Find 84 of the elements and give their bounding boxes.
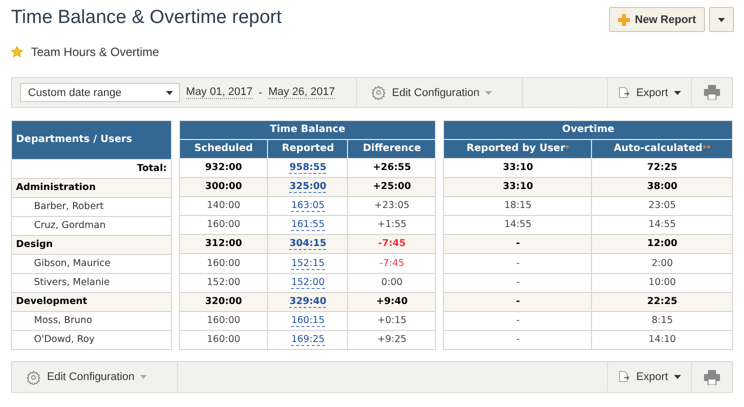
table-cell: 160:00 — [179, 216, 268, 235]
table-cell: +25:00 — [348, 178, 436, 197]
edit-configuration-button[interactable]: Edit Configuration — [26, 370, 148, 384]
column-header: Auto-calculated** — [592, 140, 732, 158]
table-cell: 14:10 — [592, 330, 732, 350]
table-cell: 33:10 — [444, 158, 592, 178]
table-cell: 14:55 — [444, 216, 592, 235]
user-name: Stivers, Melanie — [12, 274, 172, 292]
user-name: Gibson, Maurice — [12, 254, 172, 274]
export-button[interactable]: Export — [636, 86, 681, 98]
date-range-select[interactable]: Custom date range — [20, 83, 180, 102]
printer-icon[interactable] — [704, 85, 720, 100]
caret-icon — [674, 90, 681, 94]
table-cell: - — [444, 292, 592, 312]
table-cell: 18:15 — [444, 196, 592, 216]
table-cell: -7:45 — [348, 234, 436, 254]
table-cell: 152:00 — [179, 273, 268, 292]
table-cell: 23:05 — [592, 196, 732, 216]
table-cell: 2:00 — [592, 254, 732, 274]
gear-icon — [26, 370, 41, 384]
table-cell: - — [444, 273, 592, 292]
start-date-link[interactable]: May 01, 2017 — [186, 86, 253, 99]
table-cell: - — [444, 254, 592, 274]
table-cell: 160:00 — [179, 254, 268, 274]
dropdown-button[interactable] — [709, 7, 734, 32]
table-cell: 38:00 — [592, 178, 732, 197]
table-cell: 12:00 — [592, 234, 732, 254]
table-cell: 22:25 — [592, 292, 732, 312]
page-title: Time Balance & Overtime report — [11, 7, 282, 29]
caret-icon — [166, 90, 173, 94]
column-header: Reported — [268, 140, 348, 158]
group-header: Overtime — [444, 120, 732, 140]
caret-icon — [718, 18, 725, 22]
table-cell: 312:00 — [179, 234, 268, 254]
document-arrow-icon — [618, 369, 630, 385]
caret-icon — [674, 375, 681, 379]
column-header: Difference — [348, 140, 436, 158]
table-cell: 160:00 — [179, 330, 268, 350]
table-cell: +1:55 — [348, 216, 436, 235]
table-cell: +9:25 — [348, 330, 436, 350]
group-header: Time Balance — [179, 120, 436, 140]
table-cell: +23:05 — [348, 196, 436, 216]
table-cell: 14:55 — [592, 216, 732, 235]
table-cell: 160:00 — [179, 311, 268, 330]
user-name: Barber, Robert — [12, 198, 172, 216]
user-name: Cruz, Gordman — [12, 216, 172, 236]
table-cell: +0:15 — [348, 311, 436, 330]
printer-icon[interactable] — [704, 370, 720, 384]
report-name: Team Hours & Overtime — [31, 45, 160, 59]
caret-icon — [140, 375, 148, 379]
table-cell: 72:25 — [592, 158, 732, 178]
table-cell: 140:00 — [179, 196, 268, 216]
table-cell: - — [444, 311, 592, 330]
table-cell: -7:45 — [348, 254, 436, 274]
table-cell: 320:00 — [179, 292, 268, 312]
new-report-button[interactable]: New Report — [608, 7, 705, 32]
plus-icon — [618, 14, 630, 26]
department-name: Design — [12, 236, 172, 254]
table-cell: 8:15 — [592, 311, 732, 330]
gear-icon — [371, 85, 386, 100]
user-name: Moss, Bruno — [12, 312, 172, 330]
end-date-link[interactable]: May 26, 2017 — [268, 86, 335, 99]
column-header: Departments / Users — [12, 120, 172, 160]
export-button[interactable]: Export — [636, 371, 681, 383]
department-name: Development — [12, 292, 172, 312]
table-cell: +9:40 — [348, 292, 436, 312]
column-header: Scheduled — [179, 140, 268, 158]
caret-icon — [485, 90, 492, 94]
total-label: Total: — [12, 160, 172, 178]
column-header: Reported by User* — [444, 140, 592, 158]
department-name: Administration — [12, 178, 172, 198]
user-name: O'Dowd, Roy — [12, 330, 172, 350]
table-cell: - — [444, 330, 592, 350]
date-separator: - — [258, 86, 262, 98]
table-cell: 300:00 — [179, 178, 268, 197]
table-cell: +26:55 — [348, 158, 436, 178]
document-arrow-icon — [618, 84, 630, 100]
star-icon[interactable] — [11, 46, 23, 58]
edit-configuration-button[interactable]: Edit Configuration — [371, 85, 492, 100]
table-cell: 932:00 — [179, 158, 268, 178]
table-cell: 10:00 — [592, 273, 732, 292]
table-cell: - — [444, 234, 592, 254]
table-cell: 33:10 — [444, 178, 592, 197]
table-cell: 0:00 — [348, 273, 436, 292]
